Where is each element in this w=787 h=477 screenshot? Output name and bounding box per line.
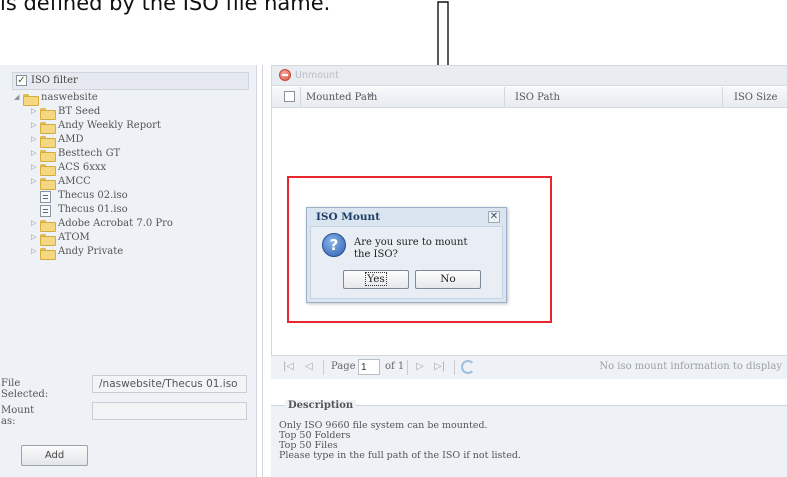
page-number-input[interactable] <box>358 359 380 375</box>
dialog-title: ISO Mount <box>316 211 381 223</box>
question-icon: ? <box>322 233 346 257</box>
collapsed-arrow-icon[interactable]: ▷ <box>31 219 36 227</box>
select-all-checkbox[interactable] <box>284 91 295 102</box>
paging-toolbar: |◁ ◁ Page of 1 ▷ ▷| No iso mount informa… <box>271 355 787 379</box>
page-count-label: of 1 <box>385 361 405 372</box>
folder-icon <box>40 108 56 120</box>
page-label: Page <box>331 361 356 372</box>
yes-button-label: Yes <box>365 272 387 286</box>
folder-icon <box>40 234 56 246</box>
add-button[interactable]: Add <box>21 445 88 466</box>
paging-separator <box>407 360 408 375</box>
empty-grid-message: No iso mount information to display <box>599 361 782 372</box>
instruction-caption: is defined by the ISO file name. <box>0 0 331 15</box>
collapsed-arrow-icon[interactable]: ▷ <box>31 121 36 129</box>
iso-filter-label: ISO filter <box>31 75 78 86</box>
folder-icon <box>23 94 39 106</box>
unmount-icon <box>279 69 291 81</box>
folder-icon <box>40 220 56 232</box>
description-line: Please type in the full path of the ISO … <box>279 450 521 461</box>
folder-icon <box>40 178 56 190</box>
column-separator <box>504 87 505 108</box>
collapsed-arrow-icon[interactable]: ▷ <box>31 163 36 171</box>
sort-down-icon <box>367 94 373 98</box>
grid-toolbar: Unmount <box>272 66 787 86</box>
expanded-arrow-icon[interactable]: ◢ <box>14 93 19 101</box>
collapsed-arrow-icon[interactable]: ▷ <box>31 107 36 115</box>
iso-mount-dialog: ISO Mount ✕ ? Are you sure to mount the … <box>306 207 507 303</box>
prev-page-icon[interactable]: ◁ <box>305 361 313 372</box>
collapsed-arrow-icon[interactable]: ▷ <box>31 149 36 157</box>
mount-as-label: Mount as: <box>1 405 35 427</box>
first-page-icon[interactable]: |◁ <box>283 361 294 372</box>
iso-file-icon <box>40 191 51 203</box>
no-button[interactable]: No <box>415 270 481 289</box>
folder-icon <box>40 122 56 134</box>
yes-button[interactable]: Yes <box>343 270 409 289</box>
collapsed-arrow-icon[interactable]: ▷ <box>31 177 36 185</box>
column-separator <box>722 87 723 108</box>
file-selected-field[interactable]: /naswebsite/Thecus 01.iso <box>92 375 247 393</box>
collapsed-arrow-icon[interactable]: ▷ <box>31 135 36 143</box>
mount-as-field[interactable] <box>92 402 247 420</box>
folder-icon <box>40 164 56 176</box>
description-panel: Description Only ISO 9660 file system ca… <box>271 400 787 477</box>
paging-separator <box>323 360 324 375</box>
dialog-body: ? Are you sure to mount the ISO? Yes No <box>310 226 503 299</box>
collapsed-arrow-icon[interactable]: ▷ <box>31 247 36 255</box>
dialog-message: Are you sure to mount the ISO? <box>354 237 468 260</box>
file-browser-panel: ✓ ISO filter ◢ naswebsite ▷ BT Seed ▷ An… <box>0 65 257 477</box>
iso-filter-bar: ✓ ISO filter <box>12 72 249 90</box>
close-icon[interactable]: ✕ <box>488 211 500 223</box>
folder-icon <box>40 248 56 260</box>
file-selected-label: File Selected: <box>1 378 49 400</box>
description-title: Description <box>285 400 357 411</box>
refresh-icon[interactable] <box>461 360 475 374</box>
collapsed-arrow-icon[interactable]: ▷ <box>31 233 36 241</box>
column-iso-size[interactable]: ISO Size <box>734 92 777 103</box>
iso-filter-checkbox[interactable]: ✓ <box>16 75 27 86</box>
unmount-button[interactable]: Unmount <box>295 70 339 81</box>
column-iso-path[interactable]: ISO Path <box>515 92 560 103</box>
next-page-icon[interactable]: ▷ <box>416 361 424 372</box>
column-separator <box>300 87 301 108</box>
grid-header: Mounted Path ISO Path ISO Size <box>272 87 787 108</box>
iso-file-icon <box>40 205 51 217</box>
paging-separator <box>454 360 455 375</box>
folder-icon <box>40 150 56 162</box>
folder-icon <box>40 136 56 148</box>
last-page-icon[interactable]: ▷| <box>434 361 445 372</box>
